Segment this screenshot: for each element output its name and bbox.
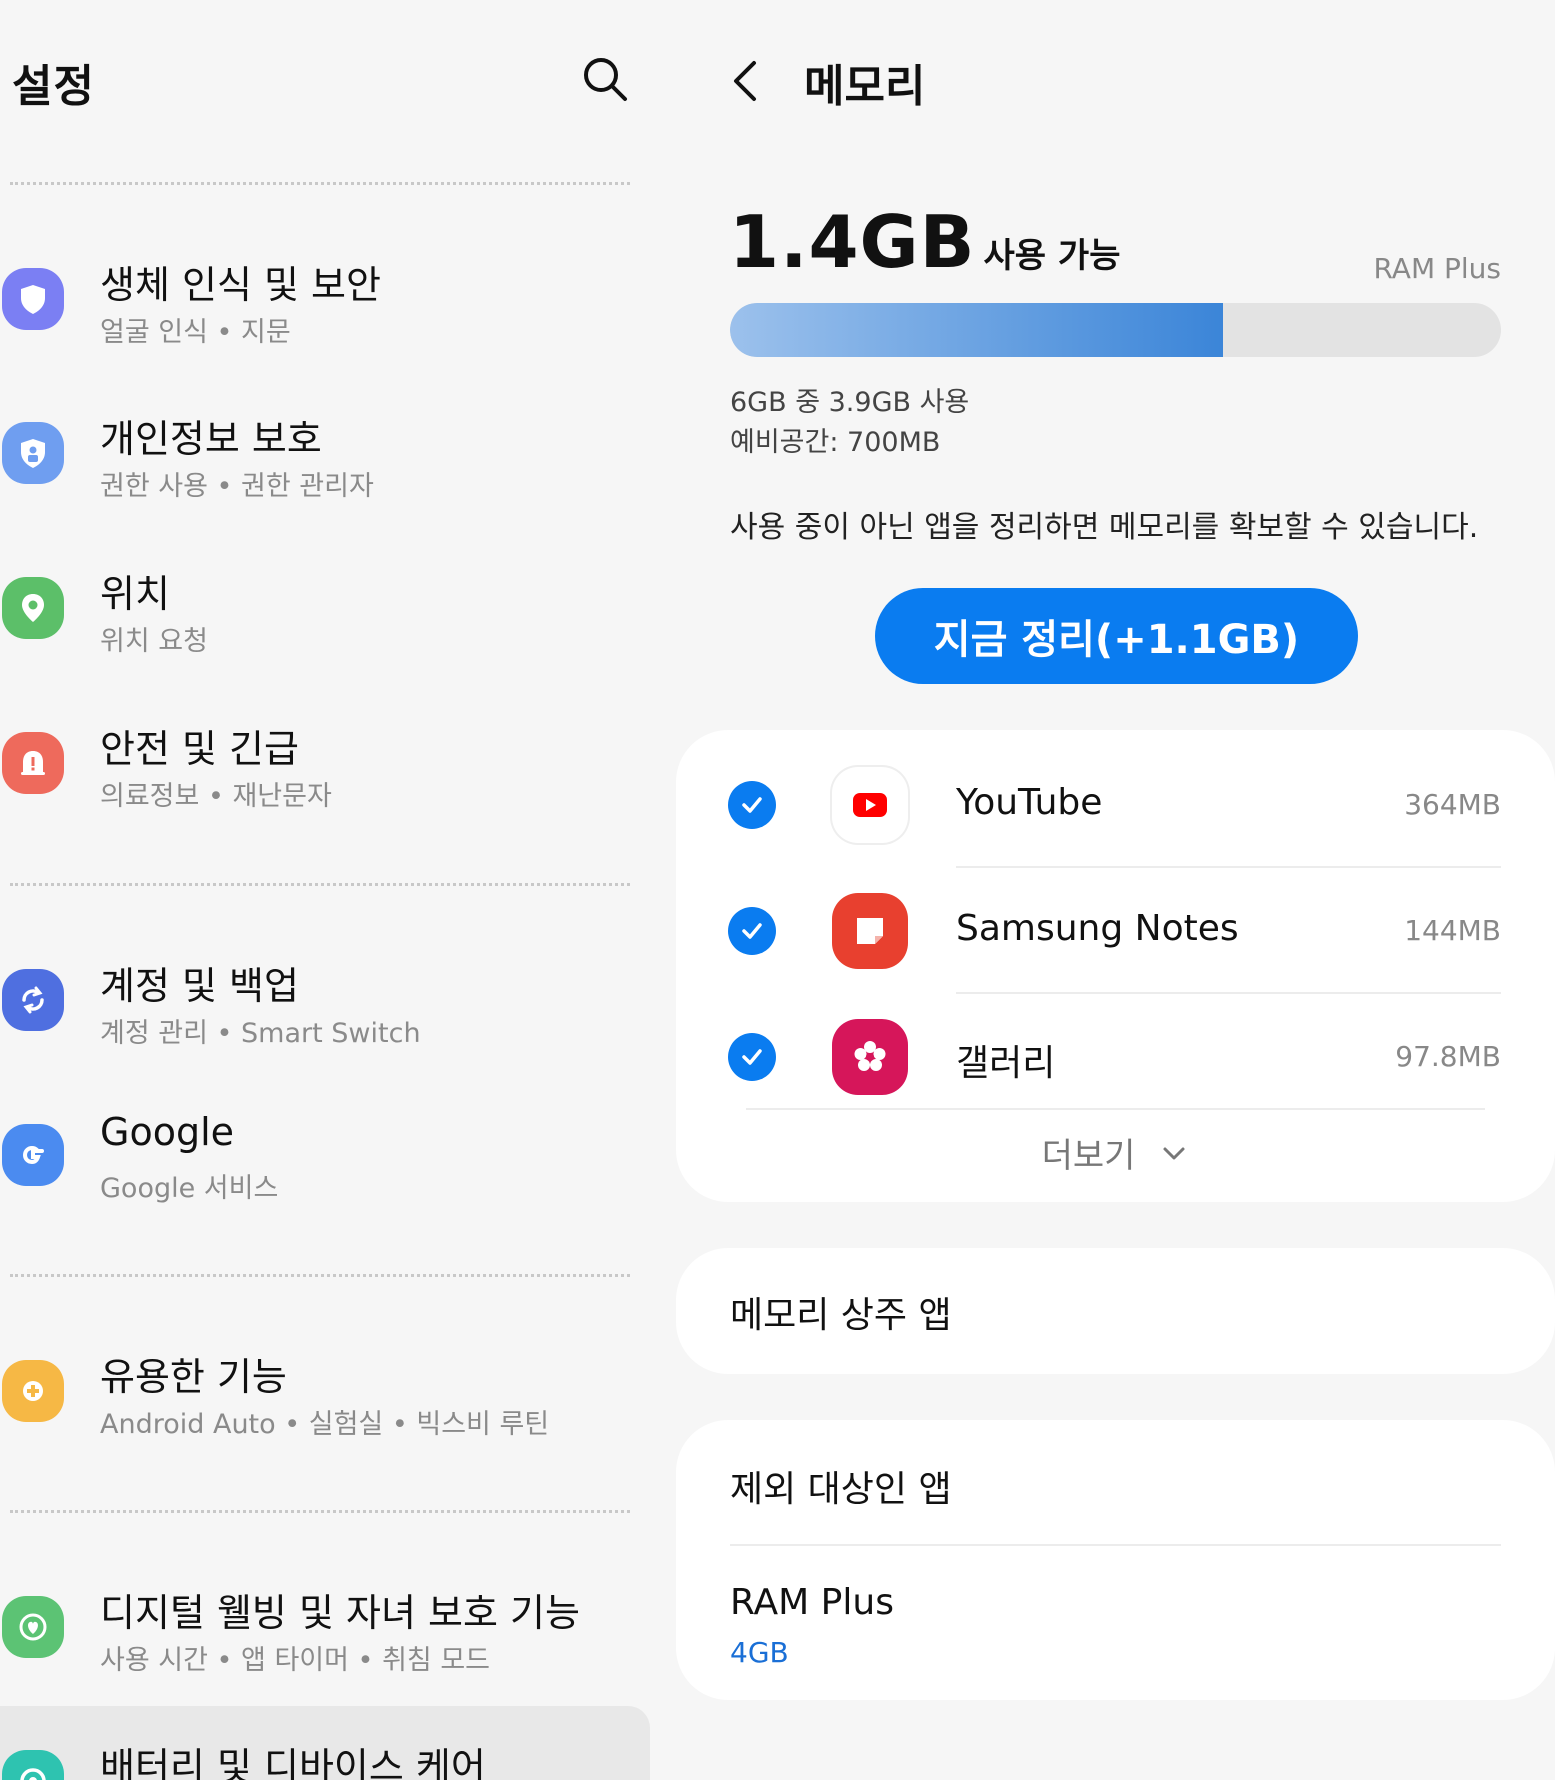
group-divider bbox=[10, 1510, 630, 1513]
youtube-icon bbox=[832, 767, 908, 843]
more-button[interactable]: 더보기 bbox=[676, 1128, 1555, 1177]
settings-item-subtitle: Google 서비스 bbox=[100, 1173, 279, 1204]
memory-usage-bar bbox=[730, 303, 1501, 357]
settings-item-title: 위치 bbox=[100, 572, 170, 616]
app-name: Samsung Notes bbox=[956, 908, 1239, 949]
excluded-apps-item[interactable]: 제외 대상인 앱 bbox=[730, 1460, 952, 1512]
resident-apps-item[interactable]: 메모리 상주 앱 bbox=[676, 1248, 1555, 1374]
search-button[interactable] bbox=[578, 52, 632, 106]
app-row-gallery[interactable]: 갤러리 97.8MB bbox=[676, 994, 1555, 1120]
check-icon[interactable] bbox=[728, 1033, 776, 1081]
google-icon bbox=[2, 1124, 64, 1186]
check-icon[interactable] bbox=[728, 781, 776, 829]
gallery-icon bbox=[832, 1019, 908, 1095]
search-icon bbox=[584, 58, 627, 101]
settings-item-title: 생체 인식 및 보안 bbox=[100, 263, 381, 307]
settings-item-subtitle: 의료정보 • 재난문자 bbox=[100, 781, 332, 812]
app-name: 갤러리 bbox=[956, 1043, 1056, 1084]
device-care-icon bbox=[2, 1750, 64, 1780]
settings-item-title: 배터리 및 디바이스 케어 bbox=[100, 1745, 486, 1780]
shield-icon bbox=[2, 268, 64, 330]
samsung-notes-icon bbox=[832, 893, 908, 969]
emergency-icon bbox=[2, 732, 64, 794]
page-title: 메모리 bbox=[804, 61, 926, 112]
app-row-youtube[interactable]: YouTube 364MB bbox=[676, 742, 1555, 868]
settings-item-subtitle: Android Auto • 실험실 • 빅스비 루틴 bbox=[100, 1409, 550, 1440]
app-size: 144MB bbox=[1404, 914, 1501, 947]
ram-plus-item[interactable]: RAM Plus bbox=[730, 1582, 894, 1623]
settings-item-title: 개인정보 보호 bbox=[100, 417, 322, 461]
settings-item-title: 유용한 기능 bbox=[100, 1355, 287, 1399]
settings-item-safety-emergency[interactable]: 안전 및 긴급 의료정보 • 재난문자 bbox=[0, 700, 650, 830]
settings-item-location[interactable]: 위치 위치 요청 bbox=[0, 545, 650, 675]
settings-item-title: 디지털 웰빙 및 자녀 보호 기능 bbox=[100, 1591, 580, 1635]
sync-icon bbox=[2, 969, 64, 1031]
chevron-down-icon bbox=[1163, 1147, 1185, 1159]
settings-item-subtitle: 위치 요청 bbox=[100, 626, 208, 657]
settings-item-battery-device-care[interactable]: 배터리 및 디바이스 케어 bbox=[0, 1718, 650, 1780]
settings-screen: 설정 생체 인식 및 보안 얼굴 인식 • 지문 개인정보 보호 권한 사용 •… bbox=[0, 0, 1555, 1780]
settings-item-title: 안전 및 긴급 bbox=[100, 727, 299, 771]
used-memory-text: 6GB 중 3.9GB 사용 bbox=[730, 387, 970, 418]
wellbeing-heart-icon bbox=[2, 1596, 64, 1658]
more-label: 더보기 bbox=[1041, 1136, 1136, 1176]
row-divider bbox=[730, 1544, 1501, 1546]
settings-list-pane: 설정 생체 인식 및 보안 얼굴 인식 • 지문 개인정보 보호 권한 사용 •… bbox=[0, 0, 650, 1780]
settings-item-subtitle: 사용 시간 • 앱 타이머 • 취침 모드 bbox=[100, 1645, 491, 1676]
memory-usage-fill bbox=[730, 303, 1224, 357]
puzzle-icon bbox=[2, 1360, 64, 1422]
settings-item-privacy[interactable]: 개인정보 보호 권한 사용 • 권한 관리자 bbox=[0, 390, 650, 520]
app-size: 364MB bbox=[1404, 788, 1501, 821]
settings-item-subtitle: 권한 사용 • 권한 관리자 bbox=[100, 471, 374, 502]
settings-item-digital-wellbeing[interactable]: 디지털 웰빙 및 자녀 보호 기능 사용 시간 • 앱 타이머 • 취침 모드 bbox=[0, 1564, 650, 1694]
privacy-shield-icon bbox=[2, 422, 64, 484]
group-divider bbox=[10, 883, 630, 886]
group-divider bbox=[10, 182, 630, 185]
settings-item-biometrics-security[interactable]: 생체 인식 및 보안 얼굴 인식 • 지문 bbox=[0, 236, 650, 366]
app-name: YouTube bbox=[956, 782, 1103, 823]
settings-item-advanced-features[interactable]: 유용한 기능 Android Auto • 실험실 • 빅스비 루틴 bbox=[0, 1328, 650, 1458]
settings-item-subtitle: 얼굴 인식 • 지문 bbox=[100, 317, 291, 348]
available-memory-label: 사용 가능 bbox=[983, 236, 1121, 276]
memory-detail-pane: 메모리 1.4GB 사용 가능 RAM Plus 6GB 중 3.9GB 사용 예… bbox=[676, 0, 1555, 1780]
settings-item-title: Google bbox=[100, 1110, 235, 1154]
settings-group-card: 제외 대상인 앱 RAM Plus 4GB bbox=[676, 1420, 1555, 1700]
apps-card: YouTube 364MB Samsung Notes 144MB 갤러리 97… bbox=[676, 730, 1555, 1202]
back-button[interactable] bbox=[726, 55, 766, 107]
settings-item-google[interactable]: Google Google 서비스 bbox=[0, 1092, 650, 1222]
available-memory: 1.4GB 사용 가능 bbox=[729, 200, 1121, 284]
app-size: 97.8MB bbox=[1395, 1040, 1501, 1073]
settings-item-title: 계정 및 백업 bbox=[100, 964, 299, 1008]
ram-plus-value: 4GB bbox=[730, 1636, 789, 1669]
settings-item-accounts-backup[interactable]: 계정 및 백업 계정 관리 • Smart Switch bbox=[0, 937, 650, 1067]
reserve-memory-text: 예비공간: 700MB bbox=[730, 427, 941, 458]
app-row-samsung-notes[interactable]: Samsung Notes 144MB bbox=[676, 868, 1555, 994]
resident-apps-label: 메모리 상주 앱 bbox=[730, 1295, 952, 1336]
more-divider bbox=[746, 1108, 1485, 1110]
clean-now-button[interactable]: 지금 정리(+1.1GB) bbox=[875, 588, 1358, 684]
cleanup-hint: 사용 중이 아닌 앱을 정리하면 메모리를 확보할 수 있습니다. bbox=[730, 510, 1479, 545]
available-memory-value: 1.4GB bbox=[729, 200, 976, 284]
chevron-left-icon bbox=[734, 61, 756, 101]
location-pin-icon bbox=[2, 577, 64, 639]
group-divider bbox=[10, 1274, 630, 1277]
ram-plus-label: RAM Plus bbox=[1373, 252, 1501, 285]
check-icon[interactable] bbox=[728, 907, 776, 955]
settings-item-subtitle: 계정 관리 • Smart Switch bbox=[100, 1018, 421, 1049]
settings-title: 설정 bbox=[12, 61, 95, 112]
